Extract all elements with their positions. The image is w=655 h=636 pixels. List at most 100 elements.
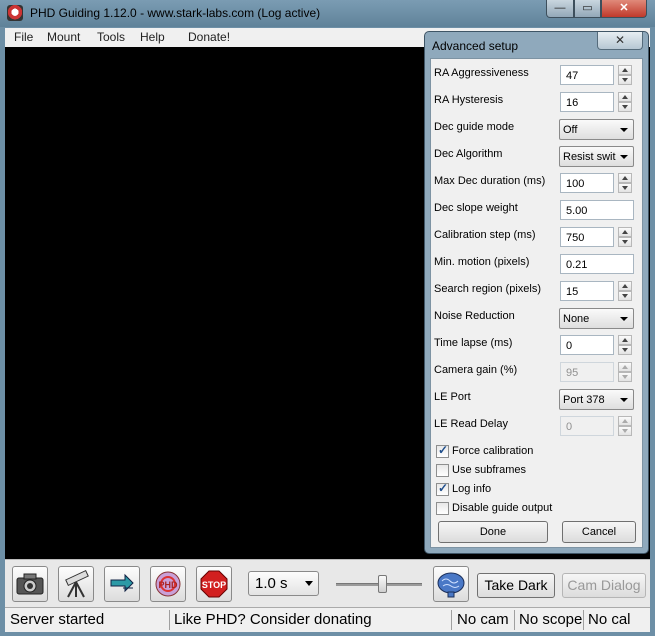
le-read-delay-stepper bbox=[618, 416, 632, 436]
minimize-button[interactable]: — bbox=[546, 0, 574, 18]
calibration-step-stepper[interactable] bbox=[618, 227, 632, 247]
stop-button[interactable]: STOP bbox=[196, 566, 232, 602]
row-label-search-region: Search region (pixels) bbox=[434, 283, 541, 295]
spin-down-icon[interactable] bbox=[618, 345, 632, 355]
done-button[interactable]: Done bbox=[438, 521, 548, 543]
slider-thumb[interactable] bbox=[378, 575, 387, 593]
row-label-min-motion: Min. motion (pixels) bbox=[434, 256, 530, 268]
menu-donate[interactable]: Donate! bbox=[188, 30, 230, 44]
max-dec-duration-input[interactable]: 100 bbox=[560, 173, 614, 193]
ra-hysteresis-stepper[interactable] bbox=[618, 92, 632, 112]
brain-button[interactable] bbox=[433, 566, 469, 602]
spin-up-icon[interactable] bbox=[618, 92, 632, 102]
row-label-dec-slope-weight: Dec slope weight bbox=[434, 202, 518, 214]
spin-up-icon[interactable] bbox=[618, 227, 632, 237]
phd-app-icon bbox=[7, 5, 23, 21]
exposure-duration-select[interactable]: 1.0 s bbox=[248, 571, 319, 596]
max-dec-duration-stepper[interactable] bbox=[618, 173, 632, 193]
close-button[interactable]: ✕ bbox=[601, 0, 647, 18]
noise-reduction-value: None bbox=[563, 313, 590, 325]
spin-down-icon[interactable] bbox=[618, 183, 632, 193]
main-window: PHD Guiding 1.12.0 - www.stark-labs.com … bbox=[0, 0, 655, 636]
spin-down-icon bbox=[618, 372, 632, 382]
dialog-close-button[interactable]: ✕ bbox=[597, 32, 643, 50]
chevron-down-icon bbox=[620, 155, 628, 159]
cancel-button[interactable]: Cancel bbox=[562, 521, 636, 543]
row-label-noise-reduction: Noise Reduction bbox=[434, 310, 515, 322]
loop-icon bbox=[110, 573, 134, 593]
brain-icon bbox=[437, 572, 465, 598]
ra-aggressiveness-input[interactable]: 47 bbox=[560, 65, 614, 85]
row-label-dec-algorithm: Dec Algorithm bbox=[434, 148, 503, 160]
gamma-slider[interactable] bbox=[336, 574, 422, 594]
row-label-time-lapse: Time lapse (ms) bbox=[434, 337, 513, 349]
camera-icon bbox=[16, 573, 44, 595]
mount-connect-button[interactable] bbox=[58, 566, 94, 602]
ra-hysteresis-input[interactable]: 16 bbox=[560, 92, 614, 112]
dialog-title: Advanced setup bbox=[432, 39, 519, 53]
row-label-ra-hysteresis: RA Hysteresis bbox=[434, 94, 504, 106]
search-region-stepper[interactable] bbox=[618, 281, 632, 301]
maximize-button[interactable]: ▭ bbox=[574, 0, 601, 18]
spin-up-icon[interactable] bbox=[618, 281, 632, 291]
spin-down-icon[interactable] bbox=[618, 237, 632, 247]
checkbox-box[interactable] bbox=[436, 502, 449, 515]
checkbox-label: Log info bbox=[452, 483, 492, 495]
dec-guide-mode-select[interactable]: Off bbox=[559, 119, 634, 140]
checkbox-label: Disable guide output bbox=[452, 502, 553, 514]
noise-reduction-select[interactable]: None bbox=[559, 308, 634, 329]
spin-up-icon[interactable] bbox=[618, 173, 632, 183]
time-lapse-stepper[interactable] bbox=[618, 335, 632, 355]
chevron-down-icon bbox=[620, 317, 628, 321]
spin-down-icon[interactable] bbox=[618, 102, 632, 112]
menu-mount[interactable]: Mount bbox=[47, 30, 80, 44]
status-divider bbox=[169, 610, 170, 630]
search-region-input[interactable]: 15 bbox=[560, 281, 614, 301]
spin-down-icon[interactable] bbox=[618, 291, 632, 301]
spin-up-icon bbox=[618, 362, 632, 372]
dec-algorithm-select[interactable]: Resist swit bbox=[559, 146, 634, 167]
le-port-select[interactable]: Port 378 bbox=[559, 389, 634, 410]
status-divider bbox=[451, 610, 452, 630]
exposure-value: 1.0 s bbox=[255, 575, 288, 592]
chevron-down-icon bbox=[620, 128, 628, 132]
chevron-down-icon bbox=[305, 581, 313, 586]
status-message: Server started bbox=[10, 611, 105, 628]
checkbox-box[interactable] bbox=[436, 464, 449, 477]
telescope-icon bbox=[65, 569, 89, 598]
row-label-dec-guide-mode: Dec guide mode bbox=[434, 121, 515, 133]
toolbar: PHD STOP 1.0 s Take Dark Cam Dialog bbox=[5, 559, 650, 607]
status-cal: No cal bbox=[588, 611, 631, 628]
loop-exposure-button[interactable] bbox=[104, 566, 140, 602]
row-label-camera-gain: Camera gain (%) bbox=[434, 364, 518, 376]
window-title: PHD Guiding 1.12.0 - www.stark-labs.com … bbox=[30, 6, 321, 20]
checkbox-box[interactable] bbox=[436, 481, 449, 496]
spin-down-icon bbox=[618, 426, 632, 436]
camera-gain-stepper bbox=[618, 362, 632, 382]
dec-algorithm-value: Resist swit bbox=[563, 151, 616, 163]
spin-down-icon[interactable] bbox=[618, 75, 632, 85]
dialog-body: RA Aggressiveness 47 RA Hysteresis 16 De… bbox=[430, 58, 643, 548]
menu-help[interactable]: Help bbox=[140, 30, 165, 44]
checkbox-label: Use subframes bbox=[452, 464, 526, 476]
menu-tools[interactable]: Tools bbox=[97, 30, 125, 44]
min-motion-input[interactable]: 0.21 bbox=[560, 254, 634, 274]
spin-up-icon[interactable] bbox=[618, 335, 632, 345]
le-read-delay-input: 0 bbox=[560, 416, 614, 436]
row-label-le-read-delay: LE Read Delay bbox=[434, 418, 508, 430]
status-divider bbox=[514, 610, 515, 630]
calibration-step-input[interactable]: 750 bbox=[560, 227, 614, 247]
status-cam: No cam bbox=[457, 611, 509, 628]
menu-file[interactable]: File bbox=[14, 30, 33, 44]
time-lapse-input[interactable]: 0 bbox=[560, 335, 614, 355]
guide-button[interactable]: PHD bbox=[150, 566, 186, 602]
cam-dialog-button: Cam Dialog bbox=[562, 573, 646, 598]
spin-up-icon[interactable] bbox=[618, 65, 632, 75]
take-dark-button[interactable]: Take Dark bbox=[477, 573, 555, 598]
camera-connect-button[interactable] bbox=[12, 566, 48, 602]
dec-slope-weight-input[interactable]: 5.00 bbox=[560, 200, 634, 220]
title-bar: PHD Guiding 1.12.0 - www.stark-labs.com … bbox=[0, 0, 655, 27]
ra-aggressiveness-stepper[interactable] bbox=[618, 65, 632, 85]
advanced-setup-dialog: Advanced setup ✕ RA Aggressiveness 47 RA… bbox=[424, 31, 649, 554]
checkbox-box[interactable] bbox=[436, 443, 449, 458]
